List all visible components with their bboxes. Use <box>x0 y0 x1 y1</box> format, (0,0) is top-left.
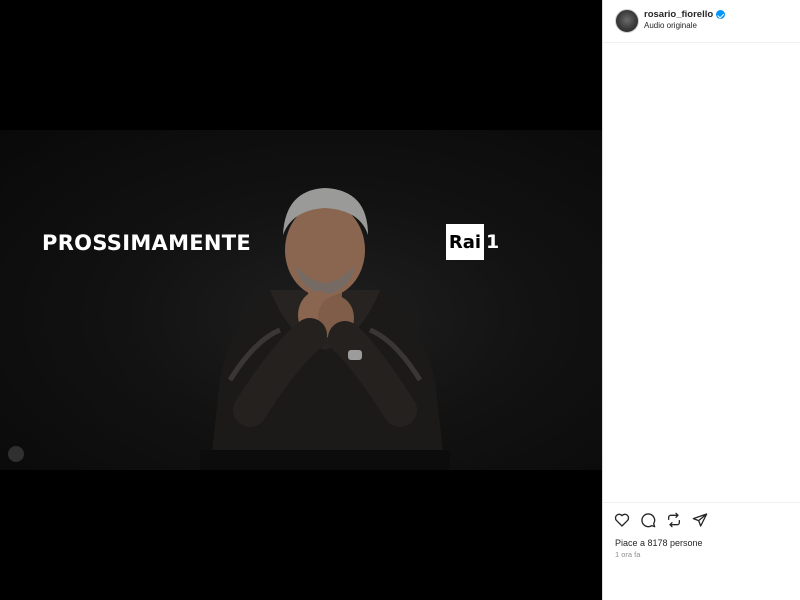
likes-count[interactable]: Piace a 8178 persone <box>615 538 703 548</box>
rai-logo-number: 1 <box>486 231 500 253</box>
post-sidebar: rosario_fiorello Audio originale Piace a… <box>603 0 800 600</box>
comment-button[interactable] <box>639 511 656 528</box>
person-image <box>200 188 450 470</box>
overlay-title: PROSSIMAMENTE <box>42 231 252 255</box>
repost-button[interactable] <box>665 511 682 528</box>
video-frame[interactable]: PROSSIMAMENTE Rai 1 <box>0 130 602 470</box>
rai1-logo: Rai 1 <box>446 224 499 260</box>
share-icon <box>692 512 707 527</box>
username[interactable]: rosario_fiorello <box>644 9 713 20</box>
verified-badge-icon <box>716 10 726 19</box>
actions-divider <box>603 502 800 503</box>
action-bar <box>613 511 708 528</box>
avatar[interactable] <box>615 9 639 33</box>
post-time[interactable]: 1 ora fa <box>615 550 640 559</box>
share-button[interactable] <box>691 511 708 528</box>
comment-icon <box>640 512 655 527</box>
heart-icon <box>614 513 629 527</box>
audio-label[interactable]: Audio originale <box>644 21 697 30</box>
rai-logo-box: Rai <box>446 224 484 260</box>
post-media[interactable]: PROSSIMAMENTE Rai 1 <box>0 0 602 600</box>
repost-icon <box>667 512 680 527</box>
like-button[interactable] <box>613 511 630 528</box>
media-corner-icon[interactable] <box>8 446 24 462</box>
post-header: rosario_fiorello Audio originale <box>603 0 800 43</box>
username-row[interactable]: rosario_fiorello <box>644 9 726 20</box>
